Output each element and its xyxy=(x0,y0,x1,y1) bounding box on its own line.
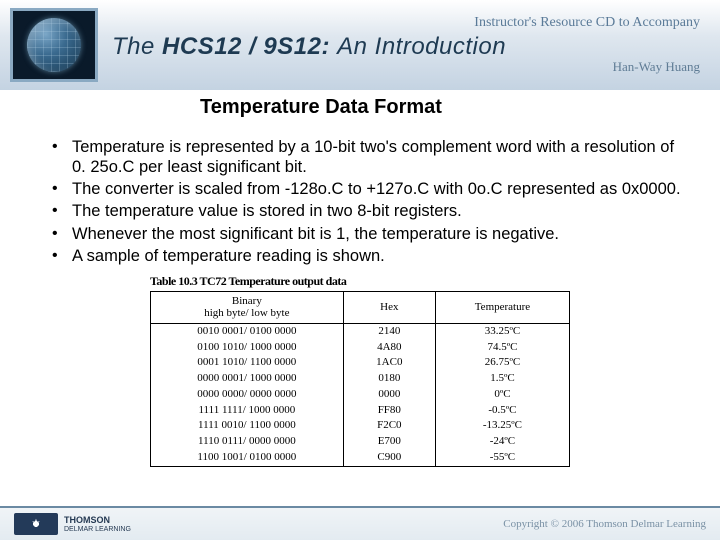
globe-frame xyxy=(10,8,98,82)
col-header-binary: Binary high byte/ low byte xyxy=(151,291,344,323)
col-header-temp: Temperature xyxy=(435,291,569,323)
copyright-text: Copyright © 2006 Thomson Delmar Learning xyxy=(503,518,706,530)
header-book-title: The HCS12 / 9S12: An Introduction xyxy=(112,33,710,61)
publisher-top: THOMSON xyxy=(64,515,110,525)
header-title-the: The xyxy=(112,33,155,60)
col-header-binary-l2: high byte/ low byte xyxy=(204,307,289,319)
thomson-star-icon xyxy=(14,513,58,535)
header-instructors-line: Instructor's Resource CD to Accompany xyxy=(112,15,710,31)
slide-title: Temperature Data Format xyxy=(200,96,690,119)
table-row: 1111 1111/ 1000 0000FF80-0.5ºC xyxy=(151,403,570,419)
header-title-sub: An Introduction xyxy=(337,33,506,60)
header-text-block: Instructor's Resource CD to Accompany Th… xyxy=(112,15,710,75)
slide-footer: THOMSON DELMAR LEARNING Copyright © 2006… xyxy=(0,506,720,540)
bullet-item: The converter is scaled from -128o.C to … xyxy=(58,179,690,199)
bullet-item: Temperature is represented by a 10-bit t… xyxy=(58,137,690,177)
bullet-item: The temperature value is stored in two 8… xyxy=(58,201,690,221)
bullet-item: A sample of temperature reading is shown… xyxy=(58,246,690,266)
table-row: 0000 0001/ 1000 000001801.5ºC xyxy=(151,371,570,387)
table-row: 1111 0010/ 1100 0000F2C0-13.25ºC xyxy=(151,418,570,434)
header-title-main: HCS12 / 9S12: xyxy=(162,33,330,60)
bullet-list: Temperature is represented by a 10-bit t… xyxy=(30,137,690,266)
table-body: 0010 0001/ 0100 0000214033.25ºC 0100 101… xyxy=(151,323,570,466)
slide-header: Instructor's Resource CD to Accompany Th… xyxy=(0,0,720,90)
temperature-table: Binary high byte/ low byte Hex Temperatu… xyxy=(150,291,570,467)
globe-icon xyxy=(27,18,81,72)
header-author: Han-Way Huang xyxy=(112,59,710,75)
slide-content: Temperature Data Format Temperature is r… xyxy=(0,90,720,467)
publisher-text: THOMSON DELMAR LEARNING xyxy=(64,516,131,533)
table-caption: Table 10.3 TC72 Temperature output data xyxy=(150,274,570,289)
table-row: 0000 0000/ 0000 000000000ºC xyxy=(151,387,570,403)
table-container: Table 10.3 TC72 Temperature output data … xyxy=(150,274,570,467)
table-row: 0001 1010/ 1100 00001AC026.75ºC xyxy=(151,355,570,371)
table-row: 1100 1001/ 0100 0000C900-55ºC xyxy=(151,450,570,466)
bullet-item: Whenever the most significant bit is 1, … xyxy=(58,224,690,244)
table-row: 0100 1010/ 1000 00004A8074.5ºC xyxy=(151,340,570,356)
col-header-binary-l1: Binary xyxy=(232,295,262,307)
table-row: 0010 0001/ 0100 0000214033.25ºC xyxy=(151,323,570,339)
table-row: 1110 0111/ 0000 0000E700-24ºC xyxy=(151,434,570,450)
publisher-sub: DELMAR LEARNING xyxy=(64,526,131,533)
publisher-brand: THOMSON DELMAR LEARNING xyxy=(14,513,131,535)
col-header-hex: Hex xyxy=(343,291,435,323)
